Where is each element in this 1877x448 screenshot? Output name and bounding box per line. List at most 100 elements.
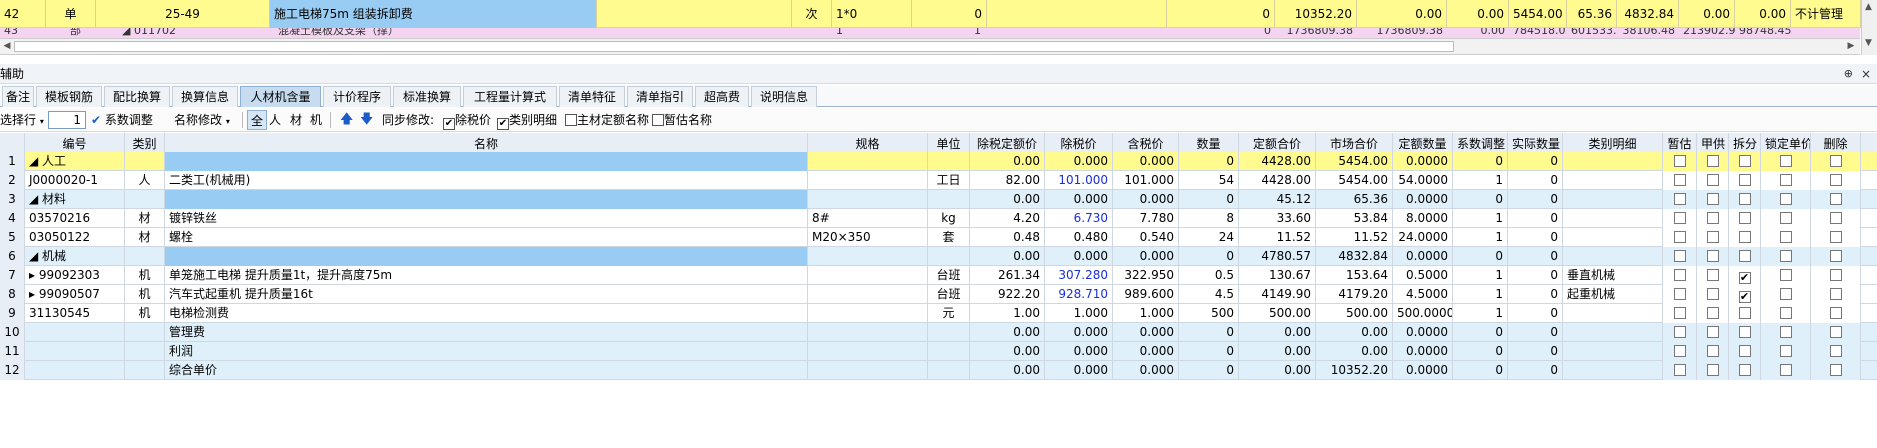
cell-qty[interactable]: 0 [1179,323,1239,342]
scroll-up-icon[interactable]: ▲ [1865,2,1872,12]
cell-p1[interactable]: 1.00 [970,304,1045,323]
cell-aq[interactable]: 0 [1508,361,1563,380]
cell-t1[interactable]: 4428.00 [1239,171,1316,190]
row-checkbox[interactable] [1829,250,1842,262]
checkbox-cell[interactable] [1761,209,1811,228]
checkbox-cell[interactable] [1697,190,1729,209]
cell-detail[interactable] [1563,171,1663,190]
cell-code[interactable]: ◢ 材料 [25,190,125,209]
table-row[interactable]: 4 03570216 材镀锌铁丝 8# kg 4.20 6.730 7.780 8 33.60 53… [0,209,1877,228]
cell-p1[interactable]: 922.20 [970,285,1045,304]
cell-coef[interactable]: 0 [1453,361,1508,380]
bill-row-42[interactable]: 42 单 25-49 施工电梯75m 组装拆卸费 次 1*0 0 0 10352… [0,0,1877,28]
cell-dq[interactable]: 0.0000 [1393,323,1453,342]
checkbox-cell[interactable] [1811,228,1861,247]
cell-spec[interactable] [808,247,928,266]
row-checkbox[interactable] [1779,174,1792,186]
cell-code[interactable]: 31130545 [25,304,125,323]
cell-cat[interactable]: 材 [125,209,165,228]
cell-name[interactable]: 汽车式起重机 提升质量16t [165,285,808,304]
row-checkbox[interactable] [1738,307,1751,319]
checkbox-cell[interactable] [1811,171,1861,190]
cell-p2[interactable]: 0.000 [1045,323,1113,342]
checkbox-cell[interactable] [1663,323,1697,342]
checkbox-cell[interactable] [1811,285,1861,304]
checkbox-cell[interactable] [1663,342,1697,361]
checkbox-cell[interactable] [1697,323,1729,342]
cell-t2[interactable]: 153.64 [1316,266,1393,285]
cell-coef[interactable]: 0 [1453,247,1508,266]
checkbox-cell[interactable] [1729,247,1761,266]
checkbox-cell[interactable] [1663,209,1697,228]
cell-spec[interactable] [808,152,928,171]
cell-t2[interactable]: 65.36 [1316,190,1393,209]
checkbox-cell[interactable] [1729,171,1761,190]
row-checkbox[interactable] [1829,231,1842,243]
cell-spec[interactable] [808,304,928,323]
checkbox-cell[interactable] [1811,304,1861,323]
cell-code[interactable] [25,361,125,380]
checkbox-cell[interactable] [1697,209,1729,228]
cell-t2[interactable]: 500.00 [1316,304,1393,323]
cell-coef[interactable]: 0 [1453,323,1508,342]
cell-aq[interactable]: 0 [1508,152,1563,171]
cell-aq[interactable]: 0 [1508,285,1563,304]
table-row[interactable]: 1 ◢ 人工 0.00 0.000 0.000 0 4428.00 5454.00 0.0000… [0,152,1877,171]
cell-detail[interactable] [1563,323,1663,342]
estimate-checkbox[interactable] [652,114,664,126]
row-checkbox[interactable] [1706,212,1719,224]
cell-code[interactable]: ◢ 机械 [25,247,125,266]
cell-p1[interactable]: 0.00 [970,342,1045,361]
row-checkbox[interactable] [1706,269,1719,281]
table-row[interactable]: 3 ◢ 材料 0.00 0.000 0.000 0 45.12 65.36 0.0000 0 0 [0,190,1877,209]
estimate-option[interactable]: 暂估名称 [652,108,712,132]
cell-code[interactable]: ▸ 99092303 [25,266,125,285]
table-row[interactable]: 9 31130545 机电梯检测费元 1.00 1.000 1.000 500 500.00 5… [0,304,1877,323]
cell-p2[interactable]: 101.000 [1045,171,1113,190]
row-checkbox[interactable] [1738,272,1751,284]
cell-name[interactable]: 单笼施工电梯 提升质量1t，提升高度75m [165,266,808,285]
cell-name[interactable] [165,190,808,209]
row-checkbox[interactable] [1673,231,1686,243]
row-checkbox[interactable] [1779,155,1792,167]
row-checkbox[interactable] [1829,174,1842,186]
cell-code[interactable]: ▸ 99090507 [25,285,125,304]
row-checkbox[interactable] [1779,345,1792,357]
cell-code[interactable]: 03570216 [25,209,125,228]
cell-spec[interactable] [808,171,928,190]
category-option[interactable]: 类别明细 [497,108,557,132]
row-checkbox[interactable] [1829,155,1842,167]
cell-cat[interactable]: 材 [125,228,165,247]
cell-aq[interactable]: 0 [1508,266,1563,285]
cell-detail[interactable] [1563,304,1663,323]
select-row-dropdown[interactable]: 选择行 ▾ [0,108,44,132]
checkbox-cell[interactable] [1761,171,1811,190]
cell-spec[interactable]: 8# [808,209,928,228]
cell-t1[interactable]: 33.60 [1239,209,1316,228]
cell-t1[interactable]: 0.00 [1239,361,1316,380]
cell-detail[interactable] [1563,247,1663,266]
tab-4[interactable]: 换算信息 [172,86,238,107]
checkbox-cell[interactable] [1697,304,1729,323]
cell-dq[interactable]: 0.0000 [1393,152,1453,171]
row-checkbox[interactable] [1738,212,1751,224]
close-icon[interactable]: × [1861,64,1871,84]
cell-cat[interactable] [125,323,165,342]
checkbox-cell[interactable] [1697,228,1729,247]
cell-p1[interactable]: 0.00 [970,190,1045,209]
coef-adjust-button[interactable]: ✔ 系数调整 [91,108,153,132]
row-checkbox[interactable] [1829,326,1842,338]
cell-t2[interactable]: 4832.84 [1316,247,1393,266]
checkbox-cell[interactable] [1663,304,1697,323]
cell-cat[interactable] [125,361,165,380]
row-checkbox[interactable] [1738,174,1751,186]
cell-p2[interactable]: 0.000 [1045,361,1113,380]
checkbox-cell[interactable] [1729,323,1761,342]
cell-qty[interactable]: 24 [1179,228,1239,247]
cell-p1[interactable]: 4.20 [970,209,1045,228]
cell-aq[interactable]: 0 [1508,323,1563,342]
cell-name[interactable] [165,152,808,171]
cell-dq[interactable]: 0.0000 [1393,342,1453,361]
cell-t2[interactable]: 0.00 [1316,342,1393,361]
checkbox-cell[interactable] [1761,323,1811,342]
